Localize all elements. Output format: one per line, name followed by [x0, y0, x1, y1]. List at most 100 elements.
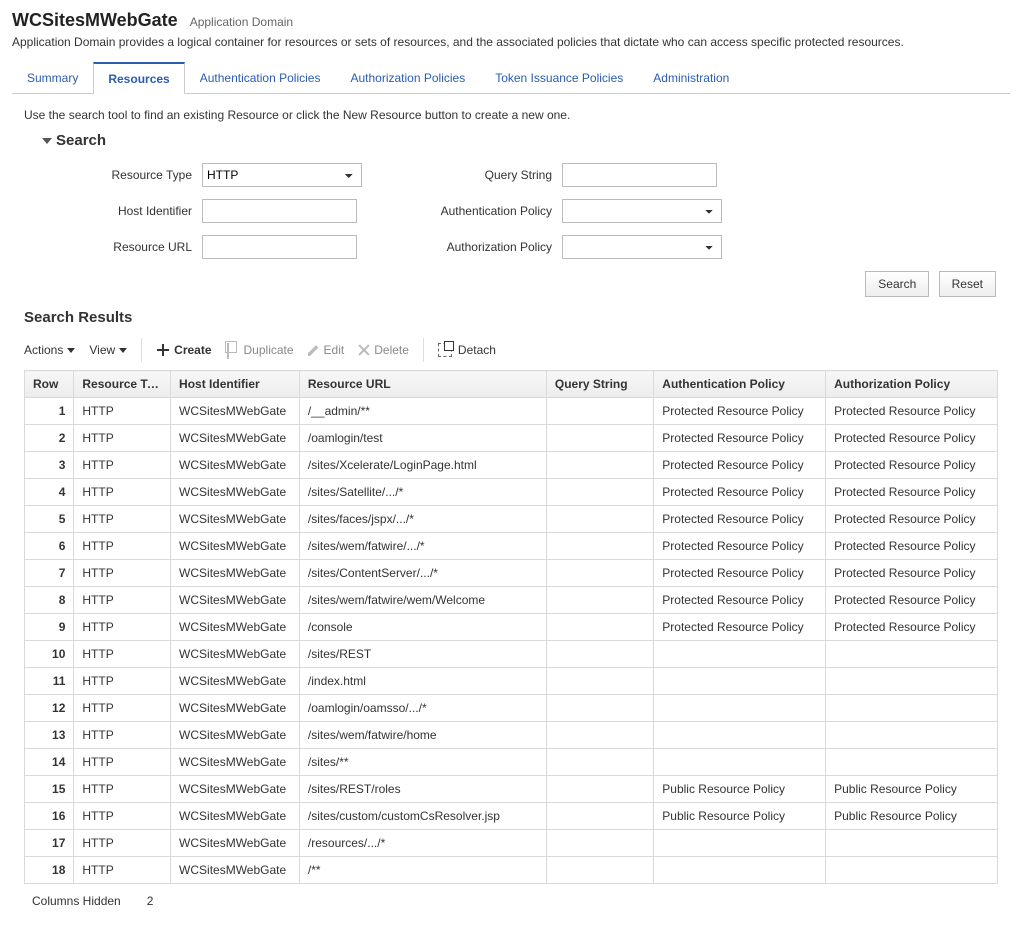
tab-summary[interactable]: Summary — [12, 62, 93, 94]
search-toggle[interactable]: Search — [42, 132, 1010, 149]
cell: 8 — [25, 587, 74, 614]
delete-button[interactable]: Delete — [358, 343, 409, 357]
search-button[interactable]: Search — [865, 271, 929, 297]
table-row[interactable]: 4HTTPWCSitesMWebGate/sites/Satellite/...… — [25, 479, 998, 506]
col-header[interactable]: Query String — [546, 371, 653, 398]
table-row[interactable]: 7HTTPWCSitesMWebGate/sites/ContentServer… — [25, 560, 998, 587]
cell — [654, 695, 826, 722]
table-row[interactable]: 2HTTPWCSitesMWebGate/oamlogin/testProtec… — [25, 425, 998, 452]
cell: 3 — [25, 452, 74, 479]
authz-policy-select[interactable] — [562, 235, 722, 259]
cell: 14 — [25, 749, 74, 776]
col-header[interactable]: Resource Type — [74, 371, 171, 398]
detach-icon — [438, 343, 452, 357]
table-row[interactable]: 13HTTPWCSitesMWebGate/sites/wem/fatwire/… — [25, 722, 998, 749]
cell: Public Resource Policy — [654, 776, 826, 803]
cell: Protected Resource Policy — [826, 506, 998, 533]
tab-resources[interactable]: Resources — [93, 62, 184, 94]
col-header[interactable]: Resource URL — [299, 371, 546, 398]
results-table: RowResource TypeHost IdentifierResource … — [24, 370, 998, 884]
cell: 7 — [25, 560, 74, 587]
cell — [546, 749, 653, 776]
cell: WCSitesMWebGate — [171, 695, 300, 722]
table-row[interactable]: 1HTTPWCSitesMWebGate/__admin/**Protected… — [25, 398, 998, 425]
cell: HTTP — [74, 452, 171, 479]
col-header[interactable]: Host Identifier — [171, 371, 300, 398]
tab-authentication-policies[interactable]: Authentication Policies — [185, 62, 336, 94]
tab-authorization-policies[interactable]: Authorization Policies — [335, 62, 480, 94]
col-header[interactable]: Authorization Policy — [826, 371, 998, 398]
cell — [654, 749, 826, 776]
cell: HTTP — [74, 695, 171, 722]
view-menu[interactable]: View — [89, 343, 127, 357]
cell: Protected Resource Policy — [826, 587, 998, 614]
cell: HTTP — [74, 614, 171, 641]
duplicate-button[interactable]: Duplicate — [226, 343, 294, 357]
cell: WCSitesMWebGate — [171, 560, 300, 587]
duplicate-icon — [227, 343, 229, 359]
cell: /** — [299, 857, 546, 884]
cell: 2 — [25, 425, 74, 452]
cell — [826, 641, 998, 668]
cell: WCSitesMWebGate — [171, 722, 300, 749]
col-header[interactable]: Authentication Policy — [654, 371, 826, 398]
cell — [826, 857, 998, 884]
col-header[interactable]: Row — [25, 371, 74, 398]
create-button[interactable]: Create — [156, 343, 211, 357]
cell: 4 — [25, 479, 74, 506]
cell — [826, 722, 998, 749]
cell: HTTP — [74, 641, 171, 668]
detach-button[interactable]: Detach — [438, 343, 496, 357]
cell — [654, 641, 826, 668]
tab-administration[interactable]: Administration — [638, 62, 744, 94]
table-row[interactable]: 5HTTPWCSitesMWebGate/sites/faces/jspx/..… — [25, 506, 998, 533]
table-row[interactable]: 15HTTPWCSitesMWebGate/sites/REST/rolesPu… — [25, 776, 998, 803]
edit-button[interactable]: Edit — [308, 343, 345, 357]
cell: /index.html — [299, 668, 546, 695]
table-row[interactable]: 10HTTPWCSitesMWebGate/sites/REST — [25, 641, 998, 668]
table-row[interactable]: 3HTTPWCSitesMWebGate/sites/Xcelerate/Log… — [25, 452, 998, 479]
cell — [546, 695, 653, 722]
table-row[interactable]: 9HTTPWCSitesMWebGate/consoleProtected Re… — [25, 614, 998, 641]
table-row[interactable]: 17HTTPWCSitesMWebGate/resources/.../* — [25, 830, 998, 857]
query-string-input[interactable] — [562, 163, 717, 187]
help-text: Use the search tool to find an existing … — [24, 108, 1010, 122]
authn-policy-select[interactable] — [562, 199, 722, 223]
cell: HTTP — [74, 857, 171, 884]
chevron-down-icon — [42, 138, 52, 144]
cell: HTTP — [74, 722, 171, 749]
table-row[interactable]: 14HTTPWCSitesMWebGate/sites/** — [25, 749, 998, 776]
cell — [546, 641, 653, 668]
cell: WCSitesMWebGate — [171, 452, 300, 479]
cell: WCSitesMWebGate — [171, 803, 300, 830]
table-row[interactable]: 11HTTPWCSitesMWebGate/index.html — [25, 668, 998, 695]
reset-button[interactable]: Reset — [939, 271, 996, 297]
cell: Protected Resource Policy — [826, 425, 998, 452]
cell: WCSitesMWebGate — [171, 533, 300, 560]
table-row[interactable]: 16HTTPWCSitesMWebGate/sites/custom/custo… — [25, 803, 998, 830]
table-row[interactable]: 18HTTPWCSitesMWebGate/** — [25, 857, 998, 884]
cell — [546, 776, 653, 803]
cell: WCSitesMWebGate — [171, 776, 300, 803]
cell: HTTP — [74, 776, 171, 803]
cell: WCSitesMWebGate — [171, 668, 300, 695]
resource-url-input[interactable] — [202, 235, 357, 259]
tab-token-issuance-policies[interactable]: Token Issuance Policies — [480, 62, 638, 94]
cell: /sites/custom/customCsResolver.jsp — [299, 803, 546, 830]
table-row[interactable]: 12HTTPWCSitesMWebGate/oamlogin/oamsso/..… — [25, 695, 998, 722]
cell: WCSitesMWebGate — [171, 479, 300, 506]
cell — [546, 857, 653, 884]
resource-type-select[interactable]: HTTP — [202, 163, 362, 187]
cell: HTTP — [74, 533, 171, 560]
cell: Protected Resource Policy — [654, 452, 826, 479]
table-row[interactable]: 8HTTPWCSitesMWebGate/sites/wem/fatwire/w… — [25, 587, 998, 614]
host-identifier-input[interactable] — [202, 199, 357, 223]
cell: 12 — [25, 695, 74, 722]
page-title: WCSitesMWebGate — [12, 10, 178, 31]
actions-menu[interactable]: Actions — [24, 343, 75, 357]
columns-hidden-count: 2 — [147, 894, 154, 908]
cell: /sites/ContentServer/.../* — [299, 560, 546, 587]
cell — [826, 695, 998, 722]
cell: /oamlogin/test — [299, 425, 546, 452]
table-row[interactable]: 6HTTPWCSitesMWebGate/sites/wem/fatwire/.… — [25, 533, 998, 560]
